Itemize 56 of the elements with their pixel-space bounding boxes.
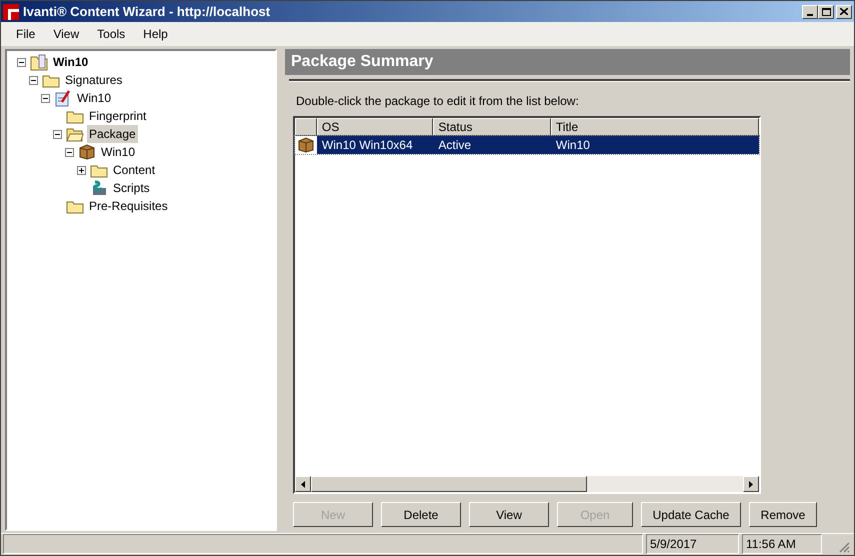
table-cell-text: Win10 Win10x64 (320, 137, 414, 154)
resize-grip-icon[interactable] (838, 541, 850, 553)
collapse-toggle-icon[interactable] (64, 148, 74, 156)
collapse-toggle-icon[interactable] (52, 130, 62, 138)
collapse-toggle-icon[interactable] (16, 58, 26, 66)
column-header[interactable]: Status (433, 118, 551, 136)
folder-icon (66, 198, 84, 214)
action-button[interactable]: View (469, 502, 549, 527)
open-folder-icon (66, 126, 84, 142)
expand-toggle-icon[interactable] (76, 166, 86, 174)
column-header[interactable]: Title (550, 118, 759, 136)
minimize-button[interactable] (802, 4, 818, 18)
tree-item[interactable]: Content (111, 161, 158, 179)
scripts-icon (90, 180, 108, 196)
status-date: 5/9/2017 (646, 534, 739, 554)
collapse-toggle-icon[interactable] (28, 76, 38, 84)
tree-item[interactable]: Win10 (75, 89, 114, 107)
menu-item[interactable]: Help (136, 23, 175, 45)
column-header[interactable]: OS (316, 118, 434, 136)
right-arrow-icon (749, 480, 753, 488)
pencil-document-icon (54, 90, 72, 106)
tree-item[interactable]: Fingerprint (87, 107, 148, 125)
menu-item[interactable]: File (9, 23, 42, 45)
window-title: Ivanti® Content Wizard - http://localhost (23, 2, 272, 21)
menu-item[interactable]: Tools (90, 23, 132, 45)
box-icon (296, 137, 315, 153)
scroll-left-button[interactable] (295, 476, 311, 492)
table-cell-text: Win10 (554, 137, 591, 154)
folder-icon (66, 108, 84, 124)
close-button[interactable] (836, 4, 852, 18)
collapse-toggle-icon[interactable] (40, 94, 50, 102)
tree-item[interactable]: Win10 (51, 53, 90, 71)
left-arrow-icon (301, 480, 305, 488)
tree-item[interactable]: Win10 (99, 143, 138, 161)
scroll-thumb[interactable] (311, 476, 587, 492)
tree-item[interactable]: Package (87, 125, 138, 143)
app-logo-icon (3, 4, 19, 20)
close-icon (840, 8, 848, 15)
table-cell-text: Active (437, 137, 472, 154)
tree-item[interactable]: Signatures (63, 71, 124, 89)
action-button[interactable]: Update Cache (641, 502, 741, 527)
box-icon (78, 144, 96, 160)
status-time: 11:56 AM (742, 534, 822, 554)
action-button[interactable]: Remove (749, 502, 817, 527)
tree-item[interactable]: Pre-Requisites (87, 197, 170, 215)
instruction-text: Double-click the package to edit it from the list below: (296, 93, 580, 108)
menu-item[interactable]: View (46, 23, 86, 45)
table-row[interactable]: Win10 Win10x64 Active Win10 (295, 136, 759, 154)
scroll-right-button[interactable] (743, 476, 759, 492)
folder-icon (90, 162, 108, 178)
maximize-button[interactable] (818, 4, 834, 18)
action-button[interactable]: Delete (381, 502, 461, 527)
panel-header: Package Summary (285, 49, 850, 75)
tree-item[interactable]: Scripts (111, 179, 152, 197)
document-folder-icon (30, 54, 48, 70)
folder-icon (42, 72, 60, 88)
